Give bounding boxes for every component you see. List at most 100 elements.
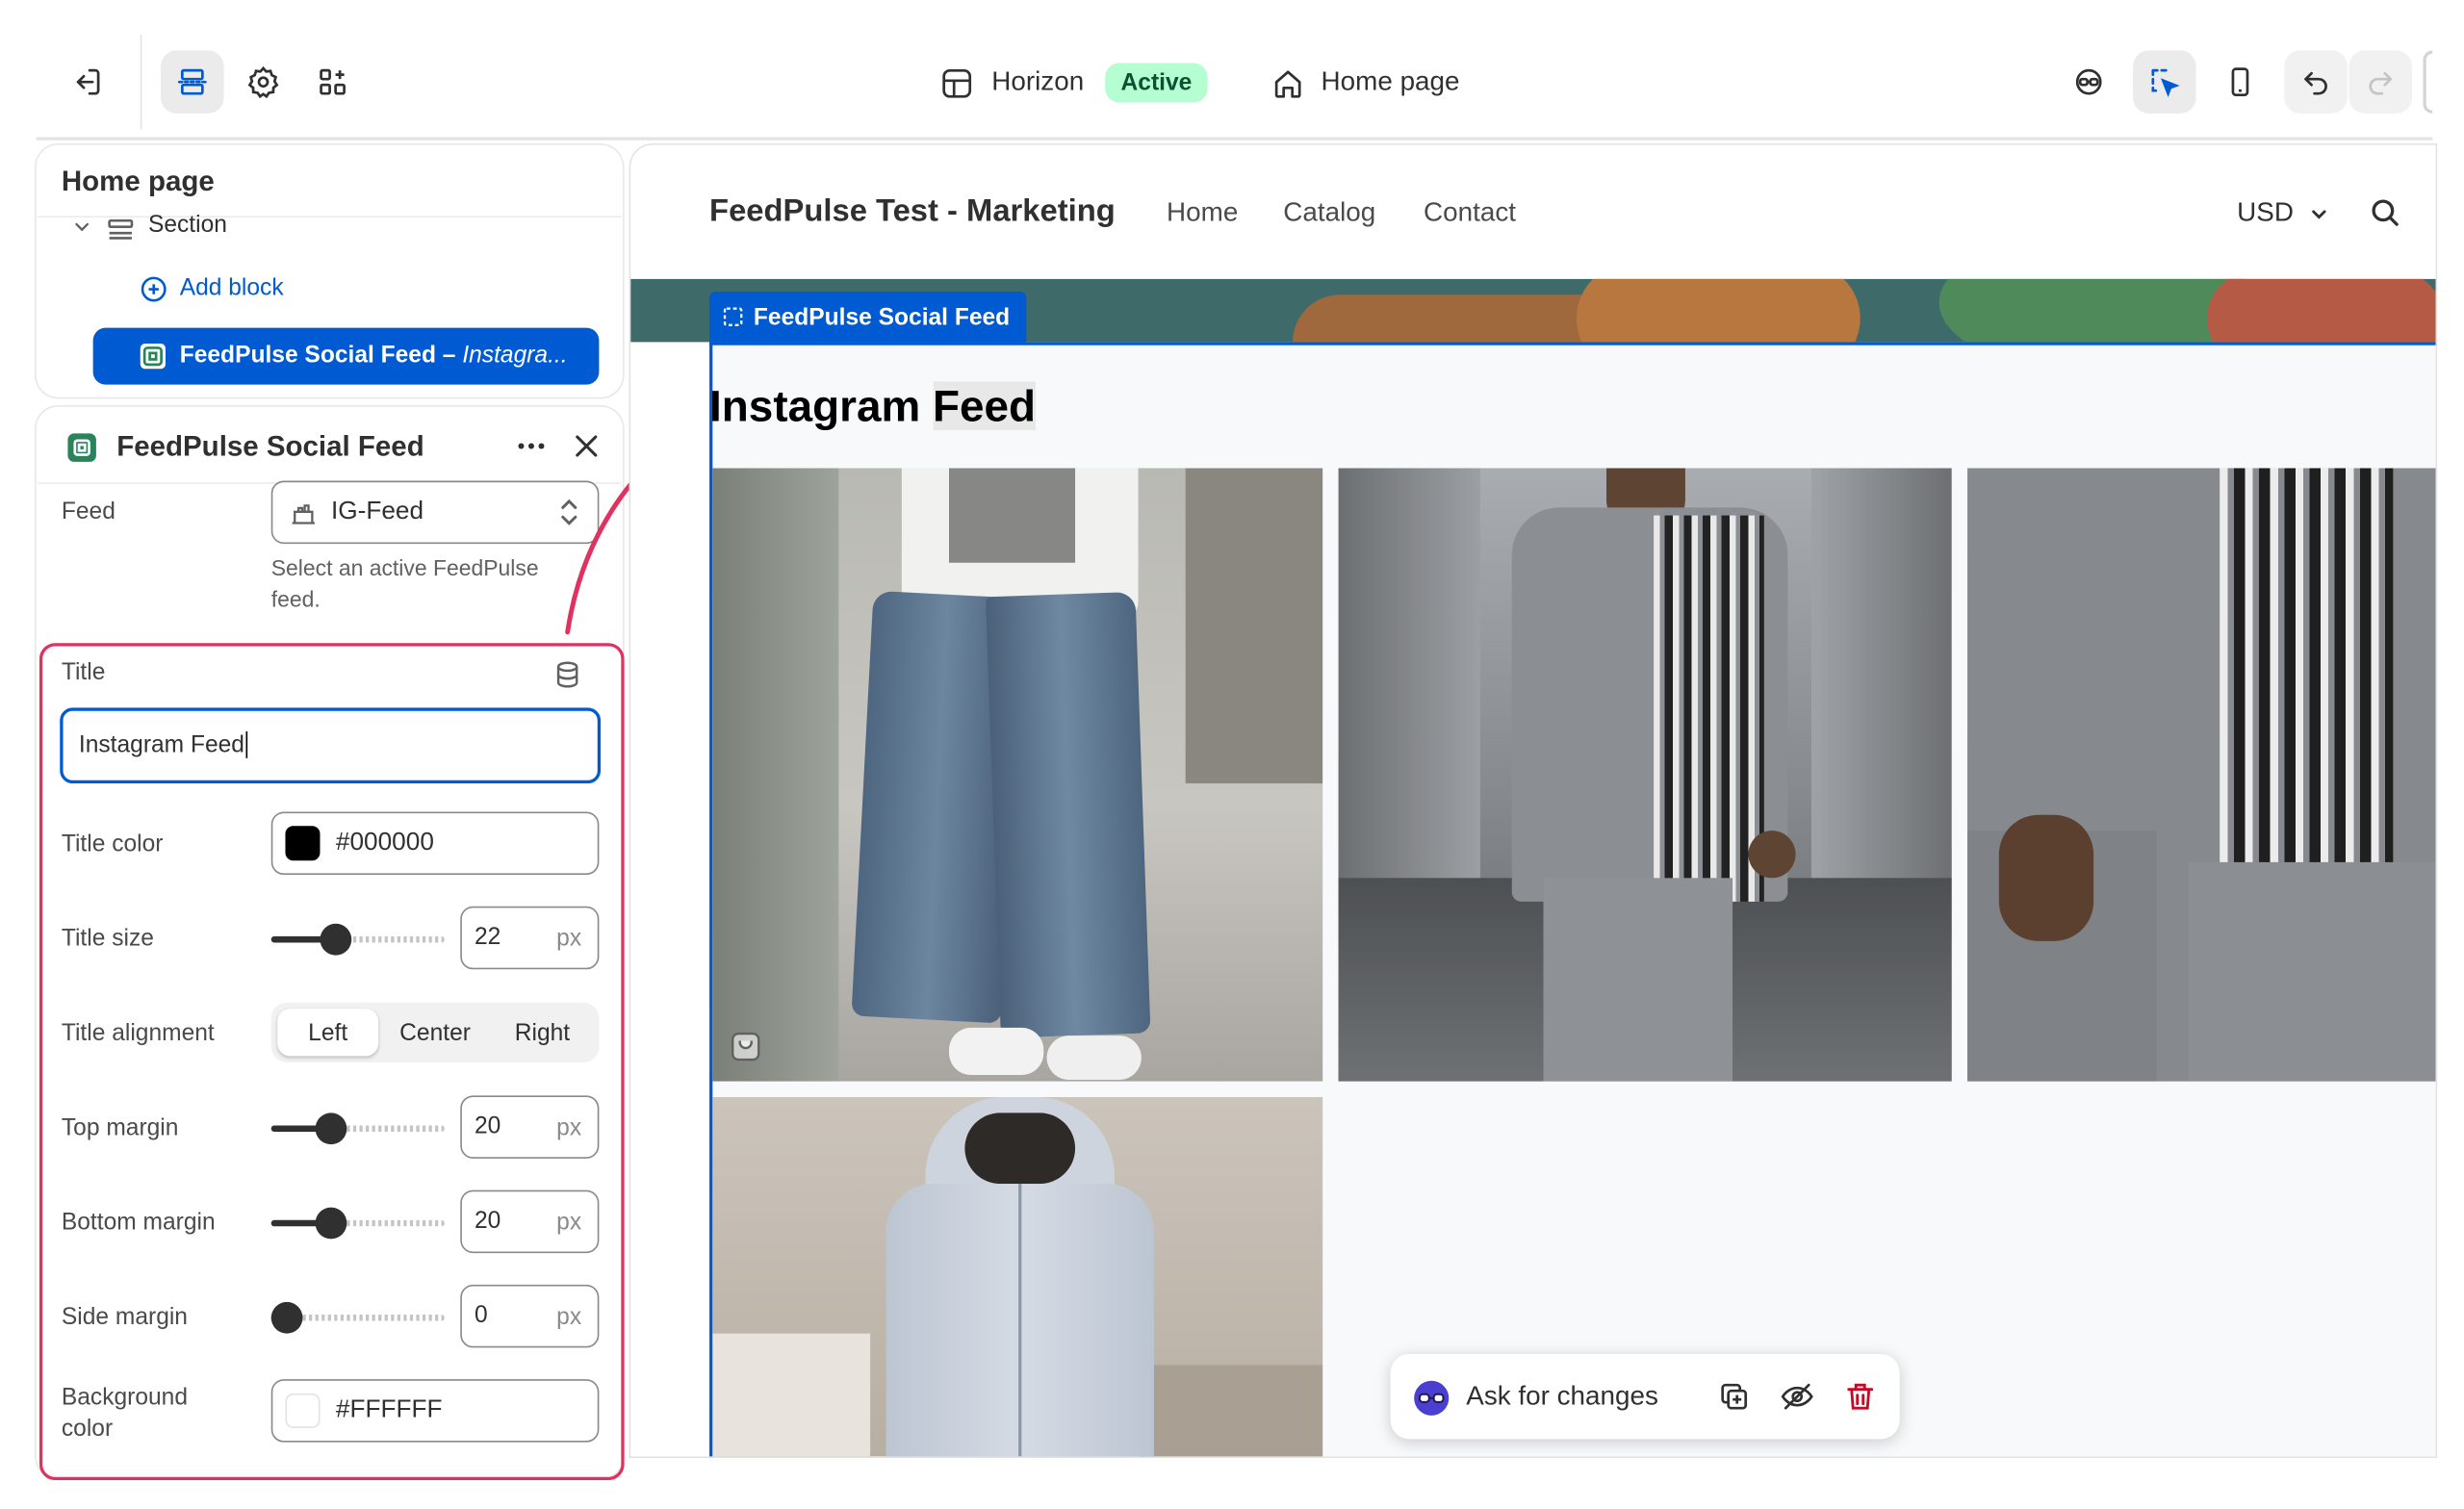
hide-button[interactable] xyxy=(1780,1379,1814,1414)
duplicate-button[interactable] xyxy=(1717,1379,1752,1414)
store-name[interactable]: FeedPulse Test - Marketing xyxy=(709,193,1116,230)
inspect-button[interactable] xyxy=(2133,50,2196,114)
redo-icon xyxy=(2369,71,2393,95)
frame-icon xyxy=(723,307,743,326)
title-size-unit: px xyxy=(556,925,582,953)
top-bar: Horizon Active Home page xyxy=(36,21,2433,141)
sections-button[interactable] xyxy=(161,50,224,114)
slider-handle[interactable] xyxy=(320,923,352,956)
more-button[interactable] xyxy=(514,429,549,464)
add-block-button[interactable]: Add block xyxy=(180,274,284,301)
inspect-icon xyxy=(2151,68,2180,97)
inspector-icon xyxy=(2075,68,2102,95)
background-color-swatch[interactable] xyxy=(285,1393,321,1428)
status-badge: Active xyxy=(1105,63,1208,103)
section-icon xyxy=(106,215,136,244)
side-margin-value: 0 xyxy=(475,1301,488,1329)
nav-contact[interactable]: Contact xyxy=(1424,197,1516,229)
title-size-input[interactable]: 22 px xyxy=(460,906,600,970)
feed-help-text: Select an active FeedPulse feed. xyxy=(270,554,539,612)
search-icon xyxy=(2372,199,2399,226)
bottom-margin-slider[interactable] xyxy=(270,1207,445,1240)
apps-button[interactable] xyxy=(301,50,365,114)
align-left-option[interactable]: Left xyxy=(277,1009,379,1057)
slider-handle[interactable] xyxy=(315,1207,347,1240)
apps-icon xyxy=(320,68,346,95)
more-icon xyxy=(518,443,545,449)
gear-icon xyxy=(247,65,279,99)
side-margin-slider[interactable] xyxy=(270,1301,445,1334)
undo-button[interactable] xyxy=(2284,50,2348,114)
tree-section-label[interactable]: Section xyxy=(148,211,227,238)
nav-home[interactable]: Home xyxy=(1167,197,1238,229)
store-preview: FeedPulse Test - Marketing Home Catalog … xyxy=(630,144,2436,1457)
hide-icon xyxy=(1781,1383,1813,1410)
sections-icon xyxy=(177,68,207,95)
title-color-swatch[interactable] xyxy=(285,826,321,861)
feed-photo-1[interactable] xyxy=(712,468,1323,1082)
divider xyxy=(140,35,142,130)
currency-selector[interactable]: USD xyxy=(2237,197,2329,229)
search-button[interactable] xyxy=(2368,195,2402,230)
title-color-value: #000000 xyxy=(335,829,434,857)
top-margin-unit: px xyxy=(556,1113,582,1141)
top-margin-input[interactable]: 20 px xyxy=(460,1095,600,1159)
redo-button[interactable] xyxy=(2348,50,2412,114)
theme-icon xyxy=(939,66,974,101)
database-icon[interactable] xyxy=(552,659,583,691)
title-input[interactable]: Instagram Feed xyxy=(60,707,602,784)
side-margin-input[interactable]: 0 px xyxy=(460,1284,600,1348)
slider-handle[interactable] xyxy=(270,1301,303,1334)
chevron-down-icon xyxy=(2311,209,2325,218)
align-right-option[interactable]: Right xyxy=(492,1009,593,1056)
exit-button[interactable] xyxy=(55,50,118,114)
selected-block-label: FeedPulse Social Feed – xyxy=(179,342,463,370)
block-app-icon xyxy=(140,344,166,370)
ask-for-changes-button[interactable]: Ask for changes xyxy=(1399,1363,1694,1430)
selected-block-item[interactable]: FeedPulse Social Feed – Instagra... xyxy=(92,327,600,385)
title-input-value: Instagram Feed xyxy=(78,730,244,758)
page-selector[interactable]: Home page xyxy=(1322,66,1460,98)
feed-select-value: IG-Feed xyxy=(330,498,424,525)
feed-title[interactable]: Instagram Feed xyxy=(709,381,1037,431)
shopping-bag-icon[interactable] xyxy=(729,1030,763,1064)
settings-panel-title: FeedPulse Social Feed xyxy=(116,430,424,462)
top-margin-label: Top margin xyxy=(61,1113,179,1141)
side-margin-label: Side margin xyxy=(61,1303,188,1331)
delete-button[interactable] xyxy=(1843,1379,1878,1414)
feed-photo-3[interactable] xyxy=(1967,468,2436,1082)
theme-settings-button[interactable] xyxy=(232,50,295,114)
background-color-value: #FFFFFF xyxy=(335,1396,443,1424)
plus-circle-icon xyxy=(139,274,168,304)
feed-type-icon xyxy=(289,499,319,528)
section-tag[interactable]: FeedPulse Social Feed xyxy=(709,292,1026,343)
title-alignment-segmented: Left Center Right xyxy=(270,1002,600,1062)
duplicate-icon xyxy=(1721,1383,1748,1410)
save-button-edge[interactable] xyxy=(2423,50,2433,114)
sidekick-icon xyxy=(1413,1379,1450,1417)
slider-handle[interactable] xyxy=(315,1113,347,1145)
home-icon xyxy=(1270,66,1305,101)
bottom-margin-value: 20 xyxy=(475,1207,501,1235)
nav-catalog[interactable]: Catalog xyxy=(1283,197,1375,229)
ask-for-changes-label: Ask for changes xyxy=(1466,1380,1658,1411)
theme-name[interactable]: Horizon xyxy=(991,66,1084,98)
title-size-slider[interactable] xyxy=(270,923,445,956)
bottom-margin-unit: px xyxy=(556,1209,582,1237)
page-title: Home page xyxy=(61,165,215,197)
background-color-field[interactable]: #FFFFFF xyxy=(270,1379,600,1443)
chevron-down-icon[interactable] xyxy=(71,216,93,238)
align-center-option[interactable]: Center xyxy=(385,1009,486,1056)
title-alignment-label: Title alignment xyxy=(61,1019,215,1047)
bottom-margin-input[interactable]: 20 px xyxy=(460,1189,600,1254)
ask-toolbar: Ask for changes xyxy=(1390,1353,1900,1440)
title-color-field[interactable]: #000000 xyxy=(270,811,600,876)
feed-photo-4[interactable] xyxy=(712,1096,1323,1457)
mobile-view-button[interactable] xyxy=(2209,50,2272,114)
top-margin-slider[interactable] xyxy=(270,1113,445,1145)
sidekick-button[interactable] xyxy=(2057,50,2120,114)
delete-icon xyxy=(1847,1383,1874,1410)
feed-photo-2[interactable] xyxy=(1338,468,1952,1082)
feed-select[interactable]: IG-Feed xyxy=(270,480,600,545)
selected-block-suffix: Instagra... xyxy=(462,342,568,370)
